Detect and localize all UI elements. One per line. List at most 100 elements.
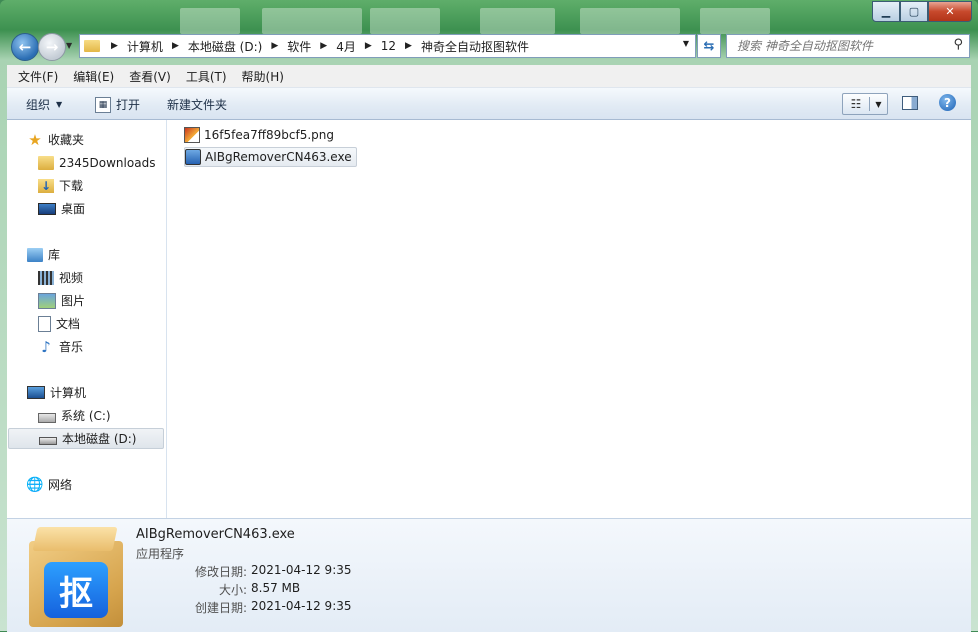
breadcrumb-software[interactable]: 软件 xyxy=(287,38,311,55)
nav-label: 2345Downloads xyxy=(59,155,156,170)
nav-favorites[interactable]: ★ 收藏夹 xyxy=(27,129,184,150)
nav-label: 音乐 xyxy=(59,340,84,354)
search-icon[interactable]: ⚲ xyxy=(953,37,963,52)
box-lid-shape xyxy=(32,527,118,551)
breadcrumb-current-folder[interactable]: 神奇全自动抠图软件 xyxy=(421,38,529,55)
navigation-pane: ★ 收藏夹 2345Downloads ↓ 下载 桌面 库 视频 图片 文档 ♪… xyxy=(7,120,167,518)
list-item[interactable]: 16f5fea7ff89bcf5.png xyxy=(184,126,338,144)
chevron-right-icon[interactable]: ▶ xyxy=(320,41,327,51)
background-strip xyxy=(700,8,770,34)
folder-icon xyxy=(38,155,54,170)
forward-button[interactable]: → xyxy=(38,33,66,61)
image-file-icon xyxy=(184,127,200,143)
refresh-icon: ⇆ xyxy=(703,38,715,54)
video-icon xyxy=(38,270,54,285)
breadcrumb: ▶ 计算机 ▶ 本地磁盘 (D:) ▶ 软件 ▶ 4月 ▶ 12 ▶ 神奇全自动… xyxy=(102,38,529,55)
refresh-button[interactable]: ⇆ xyxy=(697,34,721,58)
app-logo-glyph: 抠 xyxy=(59,573,93,614)
nav-network[interactable]: 🌐 网络 xyxy=(26,474,184,495)
back-button[interactable]: ← xyxy=(11,33,39,61)
chevron-right-icon[interactable]: ▶ xyxy=(271,41,278,51)
maximize-button[interactable]: ▢ xyxy=(900,1,928,22)
open-button[interactable]: ▦ 打开 xyxy=(95,96,140,113)
nav-label: 系统 (C:) xyxy=(61,409,111,423)
nav-label: 计算机 xyxy=(50,386,87,400)
preview-pane-icon[interactable] xyxy=(902,96,918,110)
list-item[interactable]: AIBgRemoverCN463.exe xyxy=(184,147,357,167)
exe-file-icon xyxy=(185,149,201,165)
breadcrumb-12[interactable]: 12 xyxy=(381,39,396,53)
computer-icon xyxy=(27,386,45,399)
label-text: 修改日期: xyxy=(194,565,247,579)
chevron-right-icon[interactable]: ▶ xyxy=(365,41,372,51)
open-label: 打开 xyxy=(116,98,141,112)
background-strip xyxy=(370,8,440,34)
address-bar[interactable]: ▶ 计算机 ▶ 本地磁盘 (D:) ▶ 软件 ▶ 4月 ▶ 12 ▶ 神奇全自动… xyxy=(79,34,696,58)
picture-icon xyxy=(38,292,56,309)
open-icon: ▦ xyxy=(95,96,111,113)
nav-libraries[interactable]: 库 xyxy=(27,244,184,265)
menu-edit[interactable]: 编辑(E) xyxy=(73,68,114,85)
label-text: 创建日期: xyxy=(194,601,247,615)
new-folder-button[interactable]: 新建文件夹 xyxy=(167,96,227,113)
music-note-icon: ♪ xyxy=(41,337,51,356)
nav-label: 图片 xyxy=(61,294,86,308)
minimize-button[interactable]: ▁ xyxy=(872,1,900,22)
organize-label: 组织 xyxy=(26,98,51,112)
breadcrumb-drive-d[interactable]: 本地磁盘 (D:) xyxy=(188,38,262,55)
library-icon xyxy=(27,247,43,262)
details-pane: 抠 AIBgRemoverCN463.exe 应用程序 修改日期: 2021-0… xyxy=(7,518,971,632)
organize-button[interactable]: 组织 ▼ xyxy=(26,96,62,113)
view-icon[interactable]: ☷ xyxy=(843,97,870,111)
system-drive-icon xyxy=(38,412,56,423)
hard-drive-icon xyxy=(39,436,57,445)
nav-label: 网络 xyxy=(48,478,73,492)
file-name: AIBgRemoverCN463.exe xyxy=(205,150,352,164)
app-package-icon: 抠 xyxy=(29,527,124,627)
details-file-type: 应用程序 xyxy=(136,547,185,561)
file-name: 16f5fea7ff89bcf5.png xyxy=(204,128,334,142)
file-list[interactable]: 16f5fea7ff89bcf5.png AIBgRemoverCN463.ex… xyxy=(167,120,971,518)
app-logo-tile: 抠 xyxy=(44,562,108,618)
details-modified-value: 2021-04-12 9:35 xyxy=(251,563,352,577)
recent-pages-dropdown[interactable]: ▼ xyxy=(66,41,72,50)
details-file-name: AIBgRemoverCN463.exe xyxy=(136,527,295,542)
chevron-right-icon[interactable]: ▶ xyxy=(405,41,412,51)
breadcrumb-april[interactable]: 4月 xyxy=(336,38,356,55)
change-view-button[interactable]: ☷ ▼ xyxy=(842,93,888,115)
arrow-right-icon: → xyxy=(45,38,59,56)
nav-label: 下载 xyxy=(59,179,84,193)
background-strip xyxy=(262,8,362,34)
document-icon xyxy=(38,315,51,332)
search-box: ⚲ xyxy=(726,34,970,58)
details-created-value: 2021-04-12 9:35 xyxy=(251,599,352,613)
desktop-icon xyxy=(38,202,56,215)
star-icon: ★ xyxy=(28,130,42,149)
nav-label: 桌面 xyxy=(61,202,86,216)
arrow-left-icon: ← xyxy=(18,38,32,56)
chevron-down-icon: ▼ xyxy=(56,100,63,109)
nav-item-drive-d[interactable]: 本地磁盘 (D:) xyxy=(8,428,164,449)
menu-view[interactable]: 查看(V) xyxy=(129,68,171,85)
nav-label: 库 xyxy=(48,248,61,262)
help-icon[interactable]: ? xyxy=(939,94,956,111)
nav-computer[interactable]: 计算机 xyxy=(27,382,184,403)
folder-icon xyxy=(84,40,100,52)
nav-label: 本地磁盘 (D:) xyxy=(62,432,137,446)
breadcrumb-computer[interactable]: 计算机 xyxy=(127,38,163,55)
nav-label: 文档 xyxy=(56,317,81,331)
close-button[interactable]: ✕ xyxy=(928,1,972,22)
chevron-down-icon[interactable]: ▼ xyxy=(683,39,689,48)
menu-file[interactable]: 文件(F) xyxy=(18,68,58,85)
download-folder-icon: ↓ xyxy=(38,178,54,193)
nav-label: 视频 xyxy=(59,271,84,285)
chevron-right-icon[interactable]: ▶ xyxy=(172,41,179,51)
chevron-right-icon[interactable]: ▶ xyxy=(111,41,118,51)
background-strip xyxy=(480,8,555,34)
network-icon: 🌐 xyxy=(26,476,44,493)
search-input[interactable] xyxy=(735,38,949,54)
menu-help[interactable]: 帮助(H) xyxy=(242,68,284,85)
background-strip xyxy=(580,8,680,34)
chevron-down-icon[interactable]: ▼ xyxy=(870,100,887,109)
menu-tools[interactable]: 工具(T) xyxy=(186,68,227,85)
